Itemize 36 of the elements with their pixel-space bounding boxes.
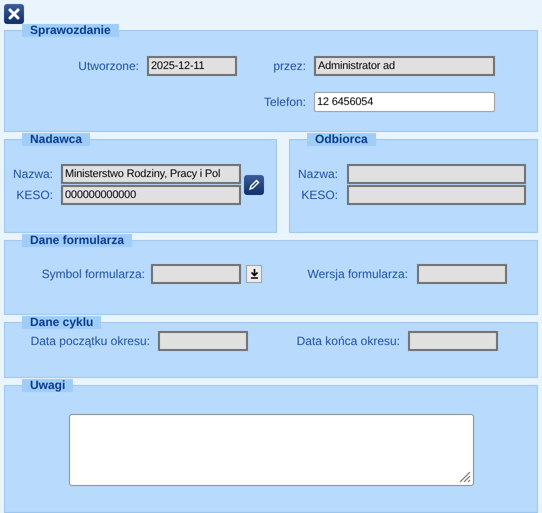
field-label: Telefon: bbox=[262, 94, 306, 111]
field-label: Nazwa: bbox=[12, 166, 53, 183]
pencil-icon bbox=[248, 178, 260, 190]
section-title: Dane formularza bbox=[22, 234, 132, 247]
text-field[interactable] bbox=[347, 164, 526, 184]
download-button[interactable] bbox=[246, 265, 262, 283]
text-field[interactable] bbox=[151, 264, 241, 284]
field-label: Data końca okresu: bbox=[296, 333, 400, 350]
text-field[interactable]: Administrator ad bbox=[314, 56, 495, 76]
text-field[interactable]: Ministerstwo Rodziny, Pracy i Pol bbox=[61, 164, 241, 184]
edit-button[interactable] bbox=[244, 174, 264, 194]
close-icon bbox=[8, 8, 20, 20]
field-label: KESO: bbox=[300, 187, 338, 204]
field-label: Wersja formularza: bbox=[306, 266, 408, 283]
section-title: Odbiorca bbox=[307, 133, 376, 146]
field-label: KESO: bbox=[15, 187, 53, 204]
download-icon bbox=[250, 269, 258, 279]
text-field[interactable]: 12 6456054 bbox=[314, 92, 495, 112]
text-field[interactable] bbox=[417, 264, 507, 284]
resize-grip-icon bbox=[459, 471, 471, 483]
section-title: Sprawozdanie bbox=[22, 24, 119, 37]
text-field[interactable]: 2025-12-11 bbox=[147, 56, 237, 76]
field-label: Data początku okresu: bbox=[30, 333, 150, 350]
section-title: Uwagi bbox=[22, 379, 74, 392]
text-field[interactable] bbox=[408, 331, 498, 351]
field-label: Utworzone: bbox=[77, 58, 139, 75]
field-label: przez: bbox=[272, 58, 306, 75]
text-field[interactable] bbox=[158, 331, 248, 351]
text-field[interactable] bbox=[347, 185, 526, 205]
field-label: Nazwa: bbox=[296, 166, 338, 183]
section-title: Dane cyklu bbox=[22, 316, 102, 329]
close-button[interactable] bbox=[4, 4, 24, 24]
section-title: Nadawca bbox=[22, 133, 90, 146]
notes-field[interactable] bbox=[69, 414, 474, 486]
text-field[interactable]: 000000000000 bbox=[61, 185, 241, 205]
field-label: Symbol formularza: bbox=[40, 266, 145, 283]
